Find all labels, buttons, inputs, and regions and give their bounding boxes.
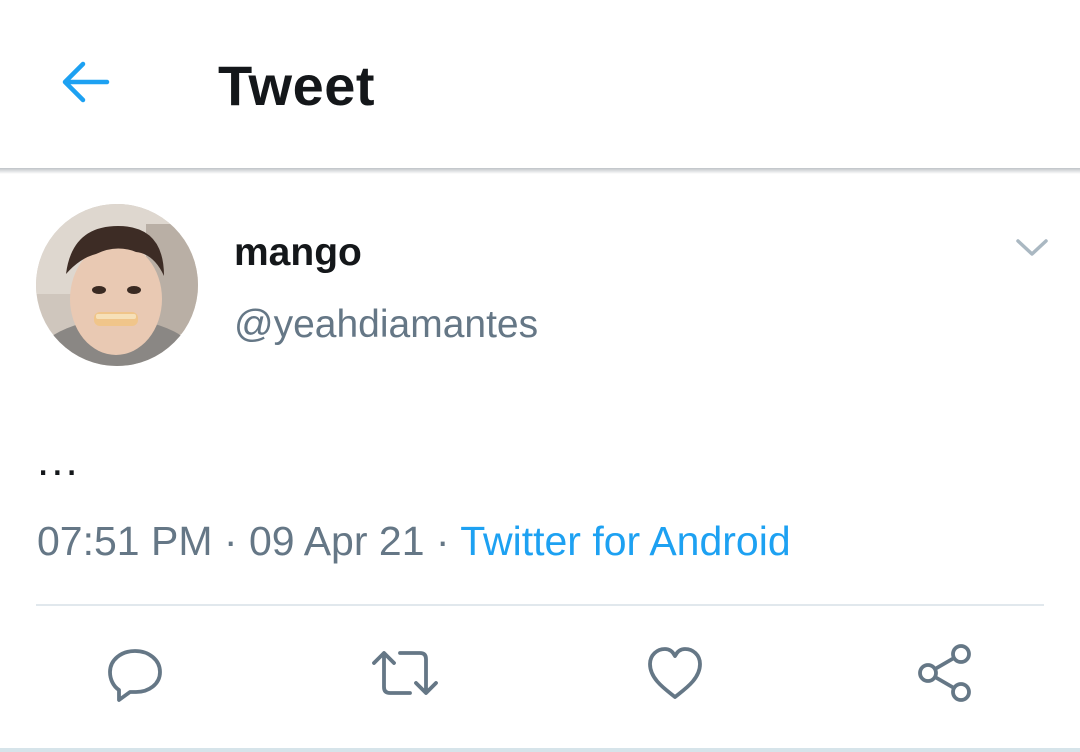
meta-separator: · — [435, 518, 450, 564]
retweet-button[interactable] — [370, 640, 440, 710]
top-app-bar: Tweet — [0, 0, 1080, 168]
retweet-icon — [370, 643, 440, 708]
tweet-time: 07:51 PM — [37, 518, 213, 564]
share-button[interactable] — [910, 640, 980, 710]
avatar[interactable] — [36, 204, 198, 366]
reply-button[interactable] — [100, 640, 170, 710]
like-button[interactable] — [640, 640, 710, 710]
chevron-down-icon — [1014, 237, 1050, 264]
meta-separator: · — [223, 518, 238, 564]
share-icon — [914, 642, 976, 709]
tweet-options-button[interactable] — [1010, 232, 1054, 268]
bottom-divider — [0, 748, 1080, 752]
tweet-source-link[interactable]: Twitter for Android — [460, 518, 790, 564]
tweet-metadata: 07:51 PM · 09 Apr 21 · Twitter for Andro… — [37, 516, 791, 566]
user-handle[interactable]: @yeahdiamantes — [234, 302, 538, 348]
back-button[interactable] — [50, 52, 120, 116]
reply-icon — [105, 643, 165, 708]
tweet-date: 09 Apr 21 — [248, 518, 425, 564]
actions-divider — [36, 604, 1044, 606]
page-title: Tweet — [218, 54, 376, 117]
tweet-text: ... — [37, 436, 80, 485]
heart-icon — [645, 643, 705, 708]
display-name[interactable]: mango — [234, 230, 362, 276]
arrow-left-icon — [59, 60, 111, 109]
tweet-detail-screen: Tweet mango @yeahdiamantes ... 07:51 PM … — [0, 0, 1080, 752]
header-divider — [0, 168, 1080, 174]
